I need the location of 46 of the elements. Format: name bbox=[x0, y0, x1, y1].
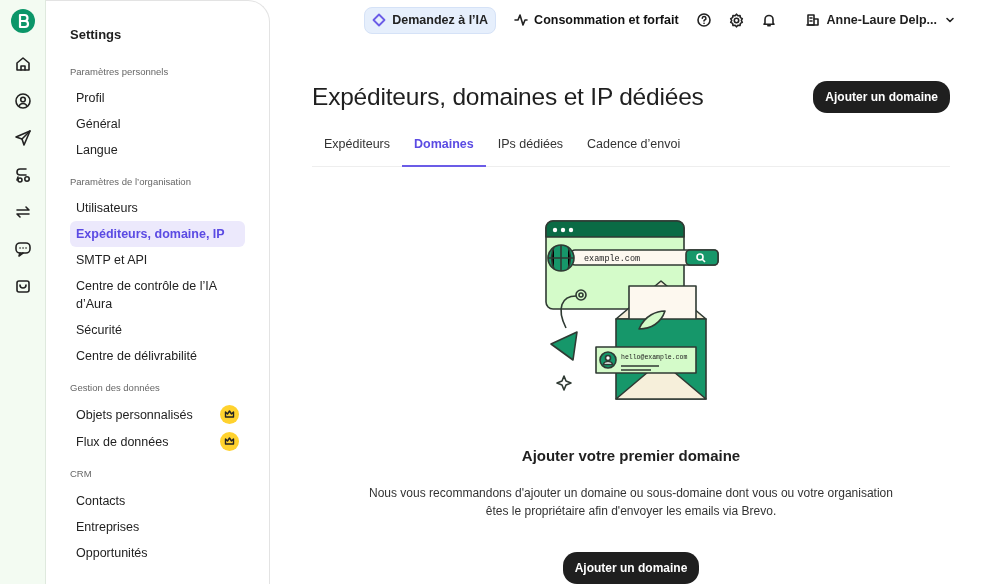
section-heading: Gestion des données bbox=[70, 381, 161, 395]
section-heading: Paramètres de l’organisation bbox=[70, 174, 192, 189]
ai-assistant-button[interactable]: Demandez à l’IA bbox=[364, 7, 497, 34]
sidebar-item[interactable]: SMTP et API bbox=[70, 247, 245, 273]
tab[interactable]: Cadence d’envoi bbox=[575, 128, 693, 167]
usage-link[interactable]: Consommation et forfait bbox=[534, 11, 679, 30]
add-domain-button[interactable]: Ajouter un domaine bbox=[562, 552, 700, 584]
sidebar-item[interactable]: Entreprises bbox=[70, 513, 245, 540]
bell-icon[interactable] bbox=[761, 13, 776, 28]
sidebar-item[interactable]: Profil bbox=[70, 84, 245, 111]
home-icon[interactable] bbox=[13, 55, 32, 73]
empty-state-heading: Ajouter votre premier domaine bbox=[521, 445, 741, 466]
tab[interactable]: IPs dédiées bbox=[485, 128, 576, 167]
section-heading: Paramètres personnels bbox=[70, 64, 170, 79]
url-text: example.com bbox=[584, 253, 641, 264]
workflow-icon[interactable] bbox=[13, 166, 32, 184]
account-name[interactable]: Anne-Laure Delp... bbox=[826, 11, 937, 30]
building-icon bbox=[805, 13, 820, 28]
user-circle-icon[interactable] bbox=[13, 92, 32, 110]
sidebar-item[interactable]: Contacts bbox=[70, 487, 245, 514]
settings-title: Settings bbox=[70, 26, 123, 44]
section-heading: CRM bbox=[70, 467, 93, 482]
help-icon[interactable] bbox=[696, 13, 711, 28]
sidebar-item[interactable]: Objets personnalisés bbox=[70, 401, 245, 429]
diamond-icon bbox=[372, 13, 387, 28]
shopping-bag-icon[interactable] bbox=[13, 277, 32, 295]
sidebar-item[interactable]: Opportunités bbox=[70, 539, 245, 566]
brand-logo-icon[interactable] bbox=[10, 9, 35, 33]
chat-icon[interactable] bbox=[13, 240, 32, 258]
sidebar-item[interactable]: Centre de contrôle de l’IA d’Aura bbox=[70, 273, 245, 317]
settings-icon[interactable] bbox=[728, 12, 744, 28]
swap-arrows-icon[interactable] bbox=[13, 203, 32, 221]
sidebar-item[interactable]: Centre de délivrabilité bbox=[70, 343, 245, 369]
sidebar-item[interactable]: Sécurité bbox=[70, 317, 245, 343]
sidebar-item[interactable]: Flux de données bbox=[70, 428, 245, 456]
add-domain-button[interactable]: Ajouter un domaine bbox=[813, 80, 950, 113]
sidebar-item[interactable]: Général bbox=[70, 110, 245, 137]
page-title: Expéditeurs, domaines et IP dédiées bbox=[312, 82, 704, 112]
tab[interactable]: Domaines bbox=[402, 128, 486, 167]
empty-state-text: Nous vous recommandons d'ajouter un domaine ou sous-domaine dont vous ou votre organisation êtes le propriétaire afin d'envoyer les emails via Brevo. bbox=[368, 485, 894, 520]
send-icon[interactable] bbox=[13, 129, 32, 147]
sidebar-item[interactable]: Langue bbox=[70, 136, 245, 163]
sidebar-item[interactable]: Utilisateurs bbox=[70, 195, 245, 221]
tab[interactable]: Expéditeurs bbox=[312, 128, 402, 167]
sidebar-item[interactable]: Expéditeurs, domaine, IP bbox=[70, 221, 245, 247]
pulse-icon bbox=[514, 13, 529, 28]
